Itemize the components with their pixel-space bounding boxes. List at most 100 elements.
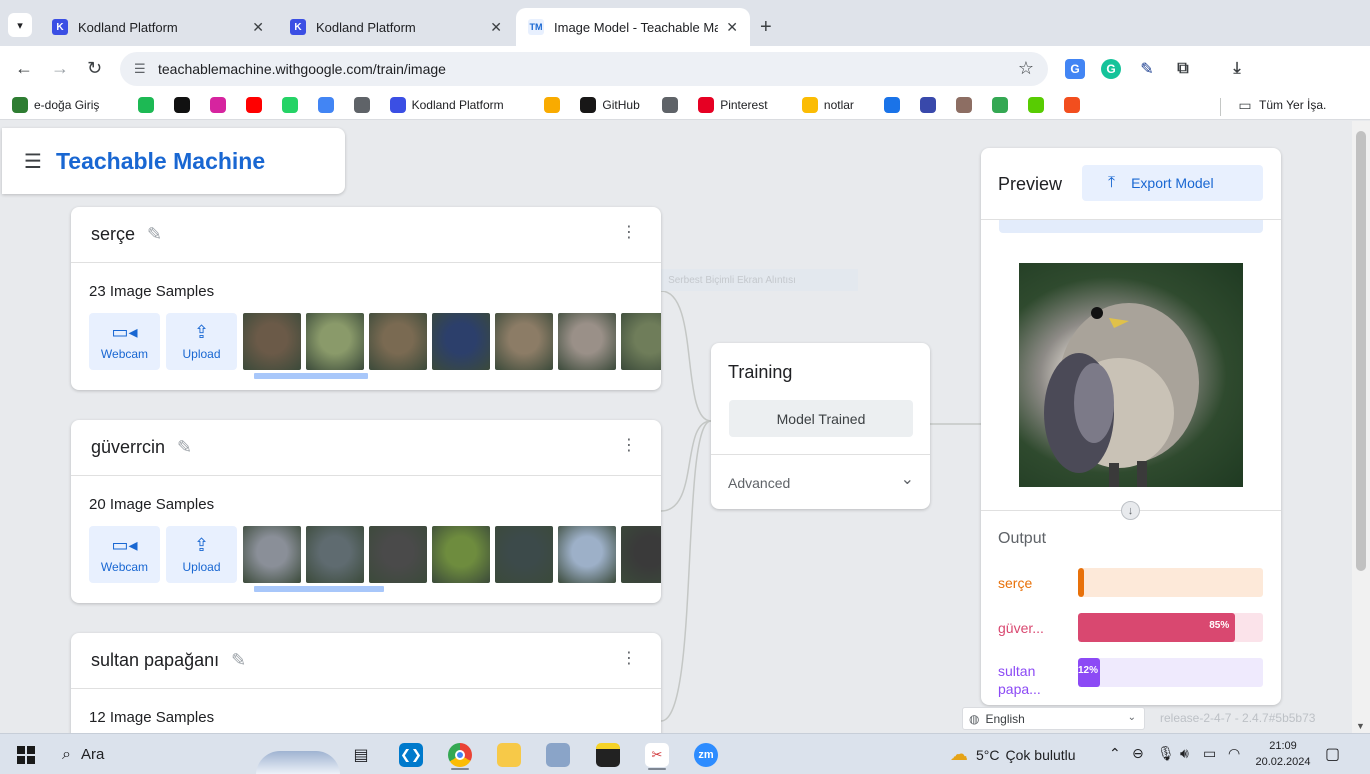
sample-thumbnail[interactable] xyxy=(369,313,427,370)
class-card-sultan-papagani: sultan papağanı ✎ ⋮ 12 Image Samples xyxy=(71,633,661,733)
system-clock[interactable]: 21:09 20.02.2024 xyxy=(1254,738,1312,770)
eyedropper-icon[interactable]: ✎ xyxy=(1137,59,1157,79)
webcam-button[interactable]: ▭◂ Webcam xyxy=(89,313,160,370)
input-toggle-bar[interactable] xyxy=(999,220,1263,233)
edit-pencil-icon[interactable]: ✎ xyxy=(147,224,162,245)
thumbnail-scrollbar[interactable] xyxy=(244,373,658,379)
page-scrollbar[interactable]: ▼ xyxy=(1352,121,1370,733)
bookmark-item[interactable] xyxy=(209,97,232,113)
bookmark-star-icon[interactable]: ☆ xyxy=(1018,58,1034,79)
thumbnail-scrollbar[interactable] xyxy=(244,586,658,592)
reload-icon[interactable]: ↻ xyxy=(87,58,102,79)
all-bookmarks-folder[interactable]: ▭ Tüm Yer İşa. xyxy=(1237,97,1326,113)
bookmark-item[interactable] xyxy=(883,97,906,113)
upload-button[interactable]: ⇪ Upload xyxy=(166,313,237,370)
grammarly-icon[interactable]: G xyxy=(1101,59,1121,79)
export-model-button[interactable]: ⤒ Export Model xyxy=(1082,165,1263,201)
bookmark-item[interactable]: GitHub xyxy=(580,97,640,113)
extensions-puzzle-icon[interactable]: ⧉ xyxy=(1173,59,1193,79)
upload-button[interactable]: ⇪ Upload xyxy=(166,526,237,583)
scroll-thumb[interactable] xyxy=(1356,131,1366,571)
scroll-down-arrow-icon[interactable]: ▼ xyxy=(1356,721,1365,731)
weather-widget[interactable]: ☁ 5°C Çok bulutlu xyxy=(950,744,1076,765)
close-icon[interactable]: ✕ xyxy=(726,19,738,36)
bookmark-item[interactable] xyxy=(991,97,1014,113)
photos-icon[interactable] xyxy=(543,740,573,770)
class-name[interactable]: güverrcin xyxy=(91,437,165,458)
sticky-notes-icon[interactable] xyxy=(593,740,623,770)
chevron-down-icon[interactable]: ⌄ xyxy=(901,469,914,489)
bookmark-item[interactable] xyxy=(1027,97,1050,113)
sample-thumbnail[interactable] xyxy=(495,313,553,370)
language-select[interactable]: ◍ English ⌄ xyxy=(962,707,1145,730)
chevron-up-icon[interactable]: ⌃ xyxy=(1109,745,1121,762)
battery-icon[interactable]: ▭ xyxy=(1203,745,1216,762)
sample-thumbnail[interactable] xyxy=(306,313,364,370)
forward-arrow-icon[interactable]: → xyxy=(51,58,69,79)
address-bar[interactable]: ☰ teachablemachine.withgoogle.com/train/… xyxy=(120,52,1048,86)
bookmark-item[interactable] xyxy=(1063,97,1086,113)
google-translate-icon[interactable]: G xyxy=(1065,59,1085,79)
edit-pencil-icon[interactable]: ✎ xyxy=(231,650,246,671)
sample-thumbnail[interactable] xyxy=(306,526,364,583)
notification-icon[interactable]: ▢ xyxy=(1325,744,1340,764)
windows-start-icon[interactable] xyxy=(17,746,35,764)
sample-thumbnail[interactable] xyxy=(621,526,661,583)
chrome-icon[interactable] xyxy=(445,740,475,770)
tab-kodland-1[interactable]: K Kodland Platform ✕ xyxy=(40,8,276,46)
network-drive-icon[interactable]: ⊖ xyxy=(1132,745,1144,762)
bookmark-item[interactable] xyxy=(245,97,268,113)
taskbar-search[interactable]: ⌕ Ara xyxy=(50,734,340,774)
more-options-icon[interactable]: ⋮ xyxy=(621,225,637,241)
sample-thumbnail[interactable] xyxy=(432,526,490,583)
more-options-icon[interactable]: ⋮ xyxy=(621,651,637,667)
tab-teachable-machine[interactable]: TM Image Model - Teachable Machi ✕ xyxy=(516,8,750,46)
advanced-toggle[interactable]: Advanced xyxy=(728,475,790,491)
model-trained-button[interactable]: Model Trained xyxy=(729,400,913,437)
bookmark-item[interactable]: Kodland Platform xyxy=(389,97,504,113)
tab-search-button[interactable]: ▾ xyxy=(8,13,32,37)
sample-thumbnail[interactable] xyxy=(558,313,616,370)
sample-thumbnail[interactable] xyxy=(558,526,616,583)
microphone-icon[interactable]: 🎙︎ xyxy=(1157,745,1175,762)
sample-thumbnail[interactable] xyxy=(495,526,553,583)
bookmark-item[interactable] xyxy=(544,97,566,113)
bookmark-item[interactable] xyxy=(317,97,340,113)
sample-thumbnail[interactable] xyxy=(369,526,427,583)
snipping-tool-icon[interactable]: ✂ xyxy=(642,740,672,770)
bookmark-item[interactable] xyxy=(353,97,376,113)
sample-thumbnail[interactable] xyxy=(243,313,301,370)
tab-kodland-2[interactable]: K Kodland Platform ✕ xyxy=(278,8,514,46)
volume-icon[interactable]: 🔊︎ xyxy=(1180,745,1189,762)
file-explorer-icon[interactable] xyxy=(494,740,524,770)
zoom-icon[interactable]: zm xyxy=(691,740,721,770)
bookmark-item[interactable] xyxy=(137,97,160,113)
output-bar-fill xyxy=(1078,568,1084,597)
download-icon[interactable]: ⤓ xyxy=(1227,59,1247,79)
more-options-icon[interactable]: ⋮ xyxy=(621,438,637,454)
webcam-button[interactable]: ▭◂ Webcam xyxy=(89,526,160,583)
new-tab-button[interactable]: + xyxy=(760,16,772,39)
sample-thumbnail[interactable] xyxy=(243,526,301,583)
bookmark-item[interactable] xyxy=(919,97,942,113)
class-name[interactable]: sultan papağanı xyxy=(91,650,219,671)
tab-title: Kodland Platform xyxy=(316,19,416,35)
class-name[interactable]: serçe xyxy=(91,224,135,245)
bookmark-item[interactable] xyxy=(281,97,304,113)
bookmark-item[interactable] xyxy=(955,97,978,113)
sample-thumbnail[interactable] xyxy=(621,313,661,370)
sample-thumbnail[interactable] xyxy=(432,313,490,370)
bookmark-item[interactable]: notlar xyxy=(801,97,854,113)
back-arrow-icon[interactable]: ← xyxy=(15,58,33,79)
edit-pencil-icon[interactable]: ✎ xyxy=(177,437,192,458)
wifi-icon[interactable]: ◠ xyxy=(1228,745,1240,762)
bookmark-item[interactable]: e-doğa Giriş xyxy=(12,97,99,113)
bookmark-item[interactable] xyxy=(173,97,196,113)
bookmark-item[interactable]: Pinterest xyxy=(698,97,768,113)
close-icon[interactable]: ✕ xyxy=(252,19,264,36)
bookmark-item[interactable] xyxy=(662,97,684,113)
vscode-icon[interactable]: ❮❯ xyxy=(396,740,426,770)
close-icon[interactable]: ✕ xyxy=(490,19,502,36)
site-settings-icon[interactable]: ☰ xyxy=(134,61,146,77)
task-view-icon[interactable]: ▤ xyxy=(346,740,376,770)
